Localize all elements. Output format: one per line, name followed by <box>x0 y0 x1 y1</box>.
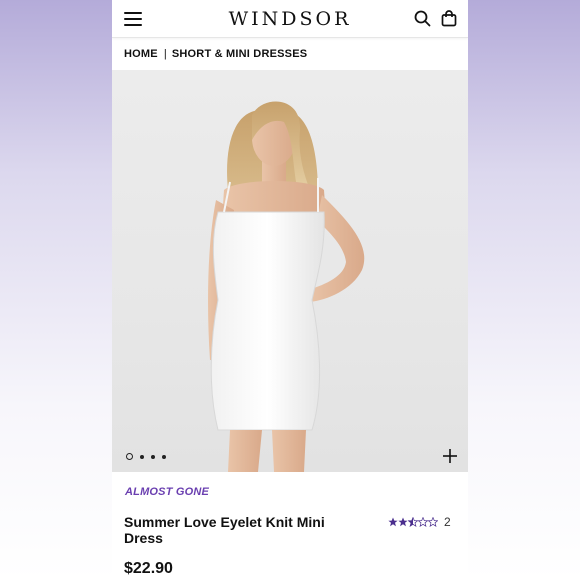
breadcrumb-home[interactable]: HOME <box>124 48 158 60</box>
star-full-icon <box>398 517 408 527</box>
star-half-icon <box>408 517 418 527</box>
site-header: WINDSOR <box>112 0 468 38</box>
gallery-dot[interactable] <box>162 454 166 459</box>
gallery-pagination <box>126 453 166 460</box>
product-photo <box>208 101 365 472</box>
product-image-gallery[interactable] <box>112 70 468 472</box>
gallery-dot[interactable] <box>151 454 155 459</box>
gallery-dot[interactable] <box>140 454 144 459</box>
star-empty-icon <box>418 517 428 527</box>
hamburger-menu-icon[interactable] <box>124 11 142 26</box>
star-full-icon <box>388 517 398 527</box>
product-price: $22.90 <box>124 560 173 577</box>
product-rating[interactable]: 2 <box>388 515 451 529</box>
gallery-dot-active[interactable] <box>126 453 133 460</box>
plus-icon[interactable] <box>442 448 458 464</box>
header-actions <box>414 10 458 28</box>
product-title: Summer Love Eyelet Knit Mini Dress <box>124 514 325 546</box>
review-count[interactable]: 2 <box>444 515 451 529</box>
star-empty-icon <box>428 517 438 527</box>
search-icon[interactable] <box>414 10 432 28</box>
breadcrumb-separator: | <box>163 48 167 60</box>
breadcrumb-category[interactable]: SHORT & MINI DRESSES <box>172 48 307 60</box>
shopping-bag-icon[interactable] <box>440 10 458 28</box>
site-logo[interactable]: WINDSOR <box>229 8 352 30</box>
page-background-right <box>468 0 580 580</box>
rating-stars <box>388 517 438 527</box>
mobile-product-page: WINDSOR HOME | SHORT & MINI DRESSES ALMO… <box>112 0 468 580</box>
breadcrumb: HOME | SHORT & MINI DRESSES <box>112 38 468 70</box>
stock-badge: ALMOST GONE <box>125 486 210 498</box>
page-background-left <box>0 0 112 580</box>
